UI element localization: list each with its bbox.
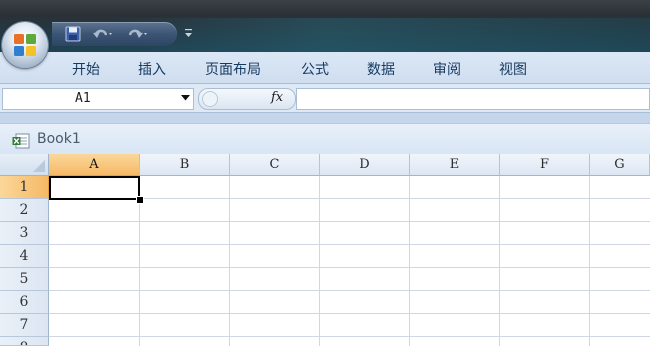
- row-header-6[interactable]: 6: [0, 291, 49, 314]
- ribbon-tab-bar: 开始 插入 页面布局 公式 数据 审阅 视图: [0, 52, 650, 84]
- row-header-4[interactable]: 4: [0, 245, 49, 268]
- workbook-area-background: [0, 113, 650, 123]
- save-icon[interactable]: [64, 25, 82, 43]
- tab-page-layout[interactable]: 页面布局: [205, 59, 261, 79]
- customize-dropdown-icon[interactable]: [184, 27, 194, 39]
- workbook-title-bar: Book1: [0, 123, 650, 155]
- active-cell-a1[interactable]: [49, 176, 140, 200]
- tab-formulas[interactable]: 公式: [301, 59, 329, 79]
- formula-tools: fx: [198, 88, 296, 110]
- column-header-g[interactable]: G: [590, 154, 650, 176]
- row-header-8[interactable]: 8: [0, 337, 49, 346]
- excel-workbook-icon: [12, 133, 30, 149]
- row-header-7[interactable]: 7: [0, 314, 49, 337]
- column-gridline: [589, 176, 590, 346]
- row-gridline: [49, 290, 650, 291]
- chevron-down-icon[interactable]: [181, 95, 190, 101]
- row-gridline: [49, 267, 650, 268]
- formula-input[interactable]: [296, 88, 650, 110]
- office-logo-icon: [14, 34, 36, 56]
- tab-home[interactable]: 开始: [72, 59, 100, 79]
- column-gridline: [229, 176, 230, 346]
- quick-access-toolbar: [52, 22, 177, 46]
- column-header-a[interactable]: A: [49, 154, 140, 176]
- column-header-c[interactable]: C: [230, 154, 320, 176]
- row-gridline: [49, 336, 650, 337]
- office-button[interactable]: [2, 22, 48, 68]
- workbook-title: Book1: [37, 131, 81, 147]
- row-header-2[interactable]: 2: [0, 199, 49, 222]
- row-gridline: [49, 221, 650, 222]
- column-gridline: [409, 176, 410, 346]
- column-header-b[interactable]: B: [140, 154, 230, 176]
- row-header-3[interactable]: 3: [0, 222, 49, 245]
- column-gridline: [499, 176, 500, 346]
- fill-handle[interactable]: [136, 196, 144, 204]
- row-gridline: [49, 244, 650, 245]
- insert-function-button[interactable]: fx: [271, 90, 283, 105]
- name-box-value: A1: [75, 91, 91, 106]
- column-header-e[interactable]: E: [410, 154, 500, 176]
- tab-data[interactable]: 数据: [367, 59, 395, 79]
- row-header-1[interactable]: 1: [0, 176, 49, 199]
- select-all-icon: [33, 160, 45, 172]
- redo-icon[interactable]: [124, 25, 150, 43]
- tab-review[interactable]: 审阅: [433, 59, 461, 79]
- undo-icon[interactable]: [90, 25, 116, 43]
- worksheet-grid[interactable]: A B C D E F G 1 2 3 4 5 6 7 8: [0, 154, 650, 346]
- expand-handle-icon[interactable]: [202, 91, 218, 107]
- name-box[interactable]: A1: [2, 88, 194, 110]
- select-all-button[interactable]: [0, 154, 49, 176]
- column-gridline: [319, 176, 320, 346]
- column-header-f[interactable]: F: [500, 154, 590, 176]
- tab-insert[interactable]: 插入: [138, 59, 166, 79]
- row-header-5[interactable]: 5: [0, 268, 49, 291]
- formula-bar: A1 fx: [0, 84, 650, 113]
- column-header-d[interactable]: D: [320, 154, 410, 176]
- tab-view[interactable]: 视图: [499, 59, 527, 79]
- row-gridline: [49, 313, 650, 314]
